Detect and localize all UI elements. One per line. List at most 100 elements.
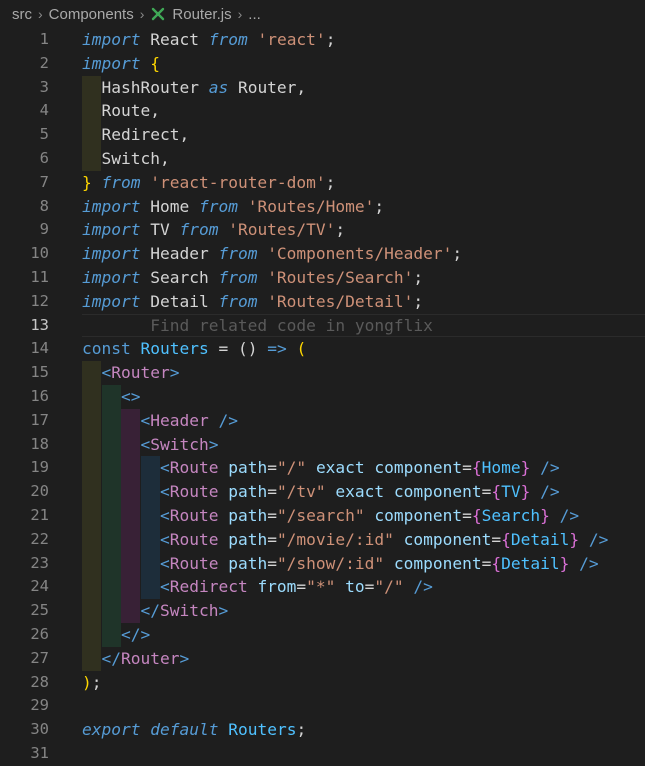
- code-editor[interactable]: 1 import React from 'react'; 2 import {3 Ha…: [0, 28, 645, 762]
- line-number[interactable]: 5: [0, 123, 49, 147]
- line-number[interactable]: 23: [0, 552, 49, 576]
- code-text: import Home from 'Routes/Home';: [82, 195, 384, 219]
- code-token: =: [462, 458, 472, 478]
- code-token: path: [228, 529, 268, 549]
- line-number[interactable]: 21: [0, 504, 49, 528]
- code-token: "/movie/:id": [276, 529, 394, 549]
- code-line[interactable]: 21 <Route path="/search" component={Sear…: [0, 504, 645, 528]
- breadcrumb-item-symbols[interactable]: ...: [248, 6, 261, 23]
- code-line[interactable]: 28);: [0, 671, 645, 695]
- line-number[interactable]: 31: [0, 742, 49, 766]
- code-token: default: [150, 720, 219, 740]
- code-line[interactable]: 26 </>: [0, 623, 645, 647]
- code-token: 'Routes/Home': [247, 196, 375, 216]
- code-line[interactable]: 15 <Router>: [0, 361, 645, 385]
- code-line[interactable]: 12 import Detail from 'Routes/Detail';: [0, 290, 645, 314]
- code-line[interactable]: 6 Switch,: [0, 147, 645, 171]
- code-line[interactable]: 19 <Route path="/" exact component={Home…: [0, 456, 645, 481]
- code-token: exact: [315, 458, 365, 478]
- line-number[interactable]: 7: [0, 171, 49, 195]
- breadcrumb-item-file[interactable]: Router.js: [172, 6, 231, 23]
- line-number[interactable]: 27: [0, 647, 49, 671]
- code-text: </Router>: [82, 647, 190, 671]
- code-line[interactable]: 1 import React from 'react';: [0, 28, 645, 52]
- code-line[interactable]: 2 import {: [0, 52, 645, 76]
- code-text: Find related code in yongflix: [82, 314, 433, 338]
- code-line[interactable]: 16 <>: [0, 385, 645, 409]
- code-token: 'Routes/Search': [267, 268, 414, 287]
- code-line[interactable]: 22 <Route path="/movie/:id" component={D…: [0, 527, 645, 552]
- line-number[interactable]: 16: [0, 385, 49, 409]
- line-number[interactable]: 13: [0, 314, 49, 338]
- line-number[interactable]: 10: [0, 242, 49, 266]
- code-line[interactable]: 3 HashRouter as Router,: [0, 75, 645, 100]
- line-number[interactable]: 9: [0, 218, 49, 242]
- code-token: >: [218, 601, 229, 621]
- code-token: 'react': [257, 30, 326, 49]
- line-number[interactable]: 15: [0, 361, 49, 385]
- code-line[interactable]: 13 Find related code in yongflix: [0, 313, 645, 338]
- line-number[interactable]: 17: [0, 409, 49, 433]
- code-line[interactable]: 24 <Redirect from="*" to="/" />: [0, 575, 645, 600]
- code-line[interactable]: 27 </Router>: [0, 646, 645, 671]
- line-number[interactable]: 29: [0, 694, 49, 718]
- line-number[interactable]: 22: [0, 528, 49, 552]
- breadcrumb-item-components[interactable]: Components: [49, 6, 134, 23]
- line-number[interactable]: 28: [0, 671, 49, 695]
- code-line[interactable]: 10 import Header from 'Components/Header'…: [0, 242, 645, 266]
- code-token: const: [82, 339, 131, 359]
- code-token: =: [296, 577, 307, 597]
- code-line[interactable]: 14 const Routers = () => (: [0, 337, 645, 361]
- code-token: Router,: [228, 77, 307, 97]
- line-number[interactable]: 30: [0, 718, 49, 742]
- code-line[interactable]: 25 </Switch>: [0, 599, 645, 623]
- code-token: </>: [120, 625, 151, 644]
- code-line[interactable]: 23 <Route path="/show/:id" component={De…: [0, 551, 645, 576]
- line-number[interactable]: 20: [0, 480, 49, 504]
- code-token: Route: [169, 553, 219, 573]
- code-text: export default Routers;: [82, 718, 306, 742]
- code-line[interactable]: 5 Redirect,: [0, 123, 645, 147]
- code-line[interactable]: 7} from 'react-router-dom';: [0, 171, 645, 195]
- code-line[interactable]: 29: [0, 694, 645, 718]
- line-number[interactable]: 6: [0, 147, 49, 171]
- line-number[interactable]: 2: [0, 52, 49, 76]
- code-line[interactable]: 30 export default Routers;: [0, 718, 645, 742]
- line-number[interactable]: 25: [0, 599, 49, 623]
- line-number[interactable]: 26: [0, 623, 49, 647]
- code-text: <Router>: [82, 361, 180, 385]
- line-number[interactable]: 1: [0, 28, 49, 52]
- line-number[interactable]: 14: [0, 337, 49, 361]
- code-line[interactable]: 18 <Switch>: [0, 432, 645, 457]
- code-token: from: [218, 291, 258, 311]
- code-token: component: [403, 529, 492, 549]
- line-number[interactable]: 3: [0, 76, 49, 100]
- line-number[interactable]: 19: [0, 456, 49, 480]
- code-line[interactable]: 31: [0, 742, 645, 766]
- breadcrumb-item-src[interactable]: src: [12, 6, 32, 23]
- line-number[interactable]: 18: [0, 433, 49, 457]
- code-line[interactable]: 4 Route,: [0, 99, 645, 124]
- line-number[interactable]: 8: [0, 195, 49, 219]
- code-line[interactable]: 20 <Route path="/tv" exact component={TV…: [0, 480, 645, 504]
- code-text: import {: [82, 52, 160, 76]
- code-token: Header: [140, 244, 219, 264]
- code-line[interactable]: 11 import Search from 'Routes/Search';: [0, 266, 645, 290]
- code-line[interactable]: 17 <Header />: [0, 408, 645, 433]
- code-token: <: [159, 482, 170, 502]
- codelens-hint[interactable]: Find related code in yongflix: [82, 316, 433, 335]
- code-token: "/show/:id": [276, 553, 385, 573]
- line-number[interactable]: 12: [0, 290, 49, 314]
- line-number[interactable]: 4: [0, 99, 49, 123]
- code-line[interactable]: 9 import TV from 'Routes/TV';: [0, 218, 645, 242]
- line-number[interactable]: 24: [0, 575, 49, 599]
- code-line[interactable]: 8 import Home from 'Routes/Home';: [0, 195, 645, 219]
- line-number[interactable]: 11: [0, 266, 49, 290]
- code-token: =: [267, 553, 277, 573]
